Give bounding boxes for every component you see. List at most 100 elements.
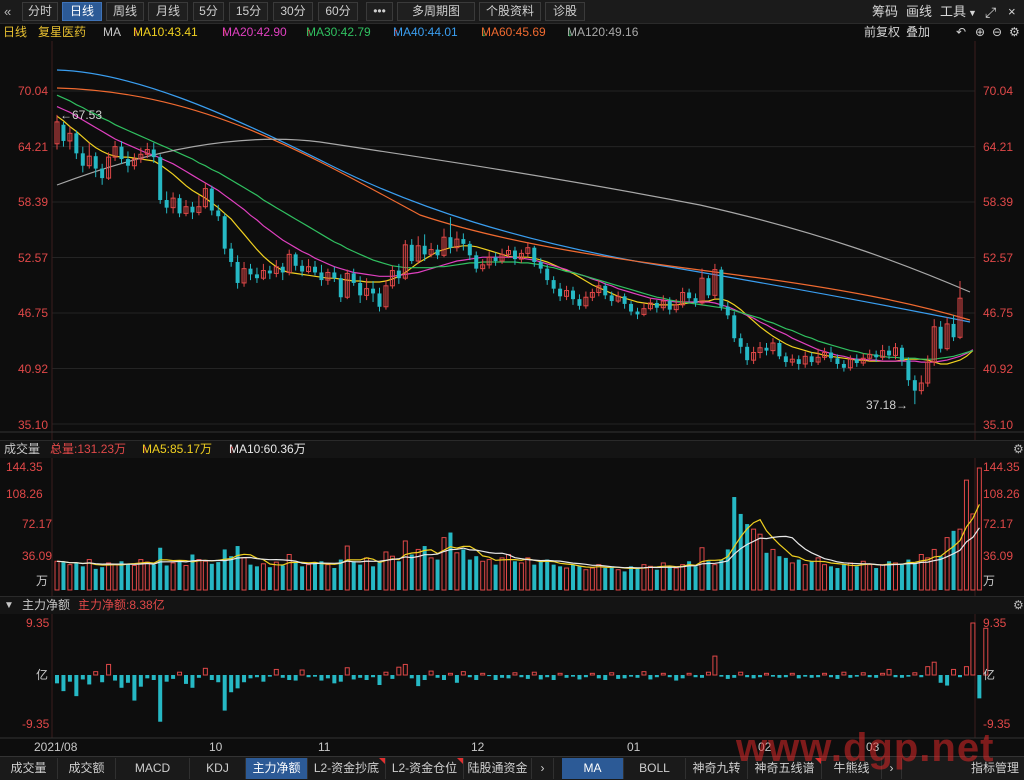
period-button-60min[interactable]: 60分 <box>318 2 358 21</box>
tab-magic-nine[interactable]: 神奇九转 <box>686 758 748 779</box>
arrow-up-icon: ↑ <box>222 25 228 39</box>
tab-l2-position[interactable]: L2-资金仓位 <box>386 758 464 779</box>
volume-bar <box>383 551 389 591</box>
zoom-out-icon[interactable]: ⊖ <box>992 24 1002 41</box>
volume-bar <box>673 567 679 591</box>
candle <box>673 299 679 313</box>
tab-turnover[interactable]: 成交额 <box>58 758 116 779</box>
multi-period-button[interactable]: 多周期图 <box>397 2 475 21</box>
capital-flow-bars <box>55 622 989 722</box>
settings-icon[interactable]: ⚙ <box>1013 597 1024 614</box>
candle-body <box>480 264 486 270</box>
capital-flow-bar <box>74 675 79 697</box>
volume-bar <box>525 557 531 591</box>
period-label: 日线 <box>3 25 28 39</box>
period-button-monthly[interactable]: 月线 <box>148 2 188 21</box>
candle-body <box>822 352 828 358</box>
more-periods-button[interactable]: ••• <box>366 2 393 21</box>
tab-volume[interactable]: 成交量 <box>0 758 58 779</box>
undo-icon[interactable]: ↶ <box>956 24 966 41</box>
volume-bar <box>622 571 627 590</box>
tab-l2-bottom-fishing[interactable]: L2-资金抄底 <box>308 758 386 779</box>
candle <box>119 140 124 164</box>
indicator-name[interactable]: MA <box>103 24 121 41</box>
stock-profile-button[interactable]: 个股资料 <box>479 2 541 21</box>
capital-flow-bar <box>480 672 486 676</box>
low-annotation: 37.18→ <box>866 398 909 412</box>
candle-body <box>86 155 92 167</box>
draw-line-button[interactable]: 画线 <box>906 3 932 21</box>
candle-body <box>796 359 801 364</box>
stock-name[interactable]: 复星医药 <box>38 24 86 41</box>
volume-bar <box>899 564 904 590</box>
overlay-button[interactable]: 叠加 <box>906 24 930 41</box>
adjust-button[interactable]: 前复权 <box>864 24 900 41</box>
tab-ma[interactable]: MA <box>562 758 624 779</box>
period-button-15min[interactable]: 15分 <box>229 2 268 21</box>
indicator-tabs: 成交量 成交额 MACD KDJ 主力净额 L2-资金抄底 L2-资金仓位 陆股… <box>0 756 1024 780</box>
settings-icon[interactable]: ⚙ <box>1013 441 1024 458</box>
capital-flow-bar <box>299 669 305 676</box>
close-icon[interactable]: × <box>1008 3 1016 21</box>
capital-flow-bar <box>416 675 421 687</box>
chevron-right-icon[interactable]: › <box>532 758 554 779</box>
diagnose-button[interactable]: 诊股 <box>545 2 585 21</box>
ma120-label: MA120:49.16 <box>567 25 639 39</box>
volume-ma5-line <box>56 504 980 570</box>
volume-bar <box>260 563 266 591</box>
candle <box>300 260 305 277</box>
price-tick: 58.39 <box>983 195 1014 209</box>
candle <box>144 142 150 159</box>
candle-body <box>699 277 705 304</box>
expand-icon[interactable]: ⤢ <box>985 3 996 21</box>
capital-flow-bar <box>899 675 904 678</box>
double-chevron-left-icon[interactable]: « <box>4 2 18 21</box>
tab-capital-flow[interactable]: 主力净额 <box>246 758 308 779</box>
tab-macd[interactable]: MACD <box>116 758 190 779</box>
candle-body <box>809 356 814 363</box>
settings-icon[interactable]: ⚙ <box>1009 24 1020 41</box>
candle-body <box>486 256 492 266</box>
chips-button[interactable]: 筹码 <box>872 3 898 21</box>
period-button-5min[interactable]: 5分 <box>193 2 224 21</box>
volume-bar <box>80 566 85 590</box>
candle-body <box>603 285 608 296</box>
capital-flow-bar <box>667 675 672 678</box>
candle-body <box>351 273 356 283</box>
volume-bar <box>415 548 421 591</box>
chevron-right-icon[interactable]: › <box>882 758 902 779</box>
candle <box>699 268 705 305</box>
volume-bar <box>589 567 595 591</box>
capital-flow-tick: 9.35 <box>983 616 1007 630</box>
capital-flow-bar <box>693 675 698 678</box>
capital-flow-title[interactable]: 主力净额 <box>22 597 70 614</box>
candle <box>925 355 931 387</box>
volume-title[interactable]: 成交量 <box>4 441 40 458</box>
tab-boll[interactable]: BOLL <box>624 758 686 779</box>
capital-flow-bar <box>351 675 356 680</box>
candle <box>887 345 892 360</box>
candle-body <box>957 297 963 338</box>
candle <box>344 269 350 300</box>
tab-indicator-manager[interactable]: 指标管理 <box>966 758 1024 779</box>
capital-flow-bar <box>874 675 879 678</box>
tab-bull-bear-line[interactable]: 牛熊线 <box>822 758 882 779</box>
period-button-intraday[interactable]: 分时 <box>22 2 58 21</box>
period-button-daily[interactable]: 日线 <box>62 2 102 21</box>
candle-body <box>506 250 511 255</box>
period-button-weekly[interactable]: 周线 <box>106 2 144 21</box>
zoom-in-icon[interactable]: ⊕ <box>975 24 985 41</box>
candle <box>841 360 846 372</box>
caret-down-icon[interactable]: ▼ <box>4 597 14 614</box>
tab-northbound[interactable]: 陆股通资金 <box>464 758 532 779</box>
candle <box>313 261 317 276</box>
period-button-30min[interactable]: 30分 <box>273 2 313 21</box>
candle-body <box>815 356 821 363</box>
tools-menu[interactable]: 工具 ▼ <box>940 3 977 22</box>
tab-magic-five-lines[interactable]: 神奇五线谱 <box>748 758 822 779</box>
tab-kdj[interactable]: KDJ <box>190 758 246 779</box>
volume-bar <box>170 562 176 591</box>
candle <box>267 265 272 280</box>
volume-bar <box>944 537 950 591</box>
candle-body <box>538 261 543 269</box>
